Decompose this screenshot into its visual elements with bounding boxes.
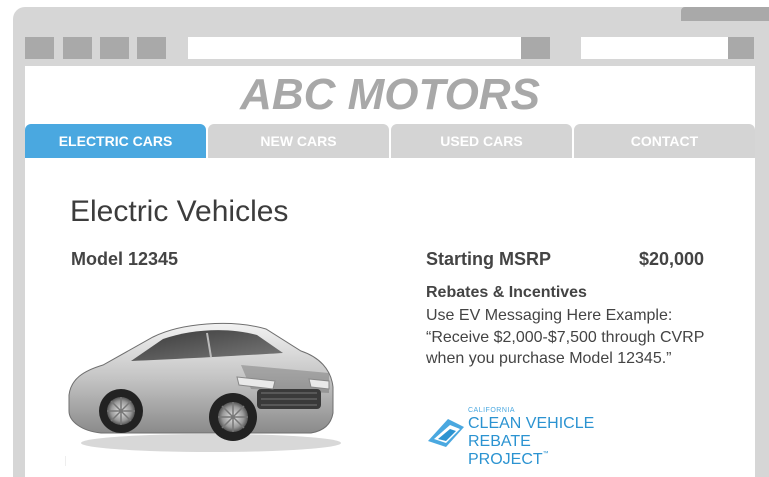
msrp-price: $20,000 bbox=[639, 249, 705, 269]
refresh-button[interactable] bbox=[100, 37, 129, 59]
cvrp-logo-small-text: CALIFORNIA bbox=[468, 407, 516, 414]
browser-tab[interactable] bbox=[681, 7, 769, 21]
divider bbox=[65, 456, 66, 466]
address-bar[interactable] bbox=[188, 37, 523, 59]
back-button[interactable] bbox=[25, 37, 54, 59]
tab-used-cars[interactable]: USED CARS bbox=[391, 124, 572, 158]
tab-electric-cars[interactable]: ELECTRIC CARS bbox=[25, 124, 206, 158]
forward-button[interactable] bbox=[63, 37, 92, 59]
home-button[interactable] bbox=[137, 37, 166, 59]
main-nav: ELECTRIC CARS NEW CARS USED CARS CONTACT bbox=[25, 124, 755, 158]
cvrp-logo-line2: REBATE PROJECT™ bbox=[468, 433, 606, 469]
rebates-description: Use EV Messaging Here Example: “Receive … bbox=[426, 307, 705, 367]
rebates-title: Rebates & Incentives bbox=[426, 284, 587, 301]
page-viewport: ABC MOTORS ELECTRIC CARS NEW CARS USED C… bbox=[25, 66, 755, 477]
site-logo[interactable]: ABC MOTORS bbox=[25, 70, 755, 120]
cvrp-logo-line1: CLEAN VEHICLE bbox=[468, 415, 595, 432]
go-button[interactable] bbox=[521, 37, 550, 59]
tab-contact[interactable]: CONTACT bbox=[574, 124, 755, 158]
page-title: Electric Vehicles bbox=[70, 195, 289, 228]
cvrp-logo[interactable]: CALIFORNIA CLEAN VEHICLE REBATE PROJECT™ bbox=[426, 405, 606, 468]
silver-sedan-image bbox=[68, 322, 341, 452]
cvrp-logo-line2-text: REBATE PROJECT bbox=[468, 433, 543, 468]
menu-button[interactable] bbox=[728, 37, 754, 59]
tab-new-cars[interactable]: NEW CARS bbox=[208, 124, 389, 158]
search-input[interactable] bbox=[581, 37, 732, 59]
cvrp-car-icon bbox=[428, 419, 464, 447]
cvrp-trademark: ™ bbox=[542, 451, 549, 457]
model-name: Model 12345 bbox=[71, 249, 179, 269]
msrp-label: Starting MSRP bbox=[426, 249, 552, 269]
